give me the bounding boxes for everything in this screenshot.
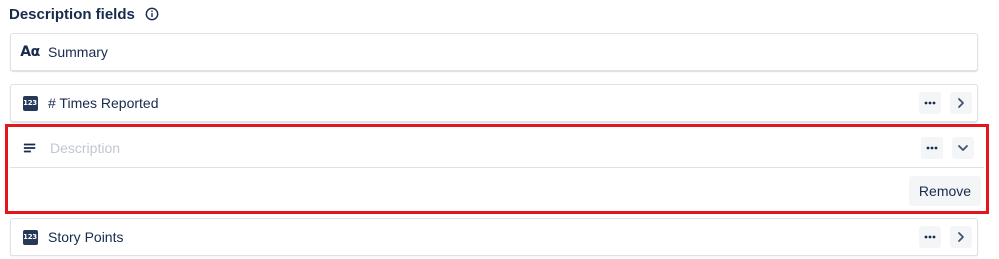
field-label: Summary (48, 44, 108, 60)
info-icon[interactable] (145, 7, 159, 21)
more-button[interactable] (919, 92, 941, 114)
more-icon (926, 146, 938, 150)
more-icon (924, 235, 936, 239)
chevron-right-icon (958, 232, 964, 242)
field-label: Description (50, 140, 121, 156)
more-icon (924, 101, 936, 105)
description-fields-panel: Description fields Aα Summary 123 # Time… (0, 0, 999, 259)
text-aa-icon: Aα (20, 44, 40, 60)
paragraph-icon (22, 140, 38, 156)
field-summary[interactable]: Aα Summary (10, 33, 978, 71)
field-description-body: Remove (10, 168, 984, 211)
number-icon: 123 (22, 95, 38, 111)
expand-button[interactable] (950, 92, 972, 114)
section-title: Description fields (9, 5, 135, 23)
more-button[interactable] (919, 226, 941, 248)
remove-button[interactable]: Remove (909, 176, 981, 206)
section-heading: Description fields (9, 4, 159, 24)
field-description[interactable]: Description (10, 129, 984, 168)
chevron-down-icon (958, 145, 968, 151)
field-description-expanded: Description Remove (5, 124, 989, 214)
field-label: Story Points (48, 229, 124, 245)
more-button[interactable] (921, 137, 943, 159)
field-story-points[interactable]: 123 Story Points (10, 218, 978, 256)
collapse-button[interactable] (952, 137, 974, 159)
field-label: # Times Reported (48, 95, 159, 111)
number-icon: 123 (22, 229, 38, 245)
chevron-right-icon (958, 98, 964, 108)
field-times-reported[interactable]: 123 # Times Reported (10, 84, 978, 122)
expand-button[interactable] (950, 226, 972, 248)
